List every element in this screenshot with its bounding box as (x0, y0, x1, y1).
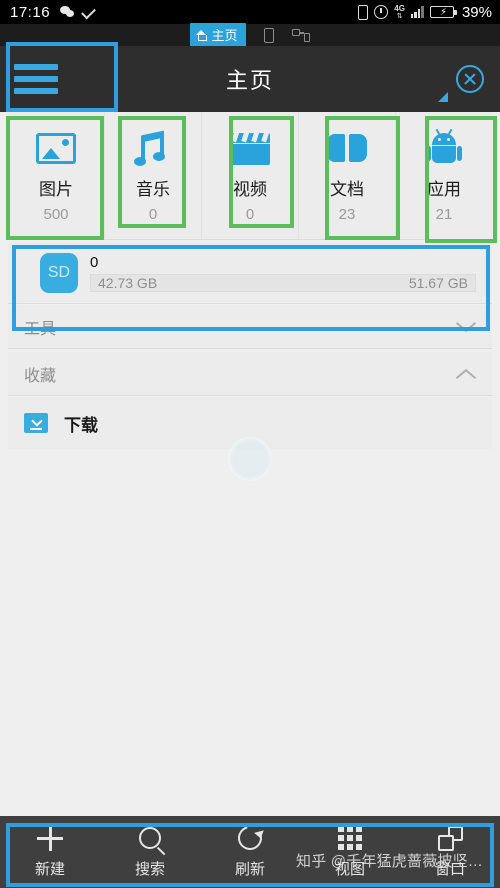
status-bar-notification-icons (60, 6, 95, 18)
category-card-music[interactable]: 音乐 0 (105, 112, 202, 239)
storage-title: 0 (90, 253, 99, 271)
category-count: 0 (245, 205, 255, 223)
category-card-grid: 图片 500 音乐 0 视频 0 文档 23 应用 21 (8, 112, 492, 240)
toolbar-label: 刷新 (234, 861, 265, 878)
storage-used-label: 42.73 GB (98, 274, 158, 291)
home-icon (196, 29, 208, 41)
toolbar-label: 新建 (34, 861, 65, 878)
4g-label: 4G (394, 3, 405, 13)
app-bar: 主页 (0, 46, 500, 112)
toolbar-button-search[interactable]: 搜索 (100, 825, 200, 879)
category-label: 应用 (427, 179, 461, 199)
toolbar-button-new[interactable]: 新建 (0, 825, 100, 879)
vibrate-icon (358, 4, 369, 20)
favorite-item-label: 下载 (64, 415, 98, 435)
watermark-bubble (228, 437, 272, 481)
chevron-up-icon[interactable] (456, 364, 476, 384)
section-header-tools[interactable]: 工具 (8, 305, 492, 349)
storage-progress-bar: 42.73 GB 51.67 GB (90, 273, 476, 292)
chevron-down-icon[interactable] (456, 317, 476, 337)
devices-icon[interactable] (291, 28, 310, 42)
grid-view-icon (338, 826, 362, 850)
signal-icon (410, 6, 424, 18)
category-card-video[interactable]: 视频 0 (202, 112, 299, 239)
close-circle-icon[interactable] (456, 65, 484, 93)
category-count: 500 (43, 205, 69, 223)
picture-icon (36, 133, 76, 164)
search-icon (139, 827, 161, 849)
category-card-documents[interactable]: 文档 23 (299, 112, 396, 239)
category-count: 0 (148, 205, 158, 223)
plus-icon (37, 825, 63, 851)
category-count: 23 (338, 205, 356, 223)
download-folder-icon (24, 413, 48, 433)
status-bar-system-icons: 4G ⇅ ⚡ 39% (358, 4, 492, 21)
alarm-clock-icon (374, 5, 389, 19)
phone-icon[interactable] (263, 27, 274, 43)
category-label: 音乐 (136, 179, 170, 199)
storage-details: 0 42.73 GB 51.67 GB (90, 254, 476, 292)
battery-percent-label: 39% (461, 3, 492, 21)
section-title: 收藏 (24, 367, 57, 385)
category-card-pictures[interactable]: 图片 500 (8, 112, 105, 239)
toolbar-button-refresh[interactable]: 刷新 (200, 821, 300, 879)
book-icon (327, 133, 367, 164)
refresh-icon (233, 821, 267, 855)
category-count: 21 (435, 205, 453, 223)
section-header-favorites[interactable]: 收藏 (8, 352, 492, 396)
android-robot-icon (426, 128, 462, 166)
toolbar-label: 搜索 (134, 861, 165, 878)
category-label: 视频 (233, 179, 267, 199)
bottom-toolbar: 新建 搜索 刷新 视图 窗口 知乎 @千年猛虎蔷薇披坚… (0, 816, 500, 888)
zhihu-watermark: 知乎 @千年猛虎蔷薇披坚… (296, 853, 483, 870)
status-bar: 17:16 4G ⇅ ⚡ 39% (0, 0, 500, 24)
sd-card-icon: SD (40, 252, 78, 293)
4g-icon: 4G ⇅ (394, 3, 405, 20)
resize-triangle-icon[interactable] (438, 92, 448, 102)
category-label: 文档 (330, 179, 364, 199)
wechat-icon (60, 6, 75, 18)
video-clapper-icon (230, 132, 270, 165)
battery-charging-icon: ⚡ (429, 6, 457, 18)
phone-screen: 17:16 4G ⇅ ⚡ 39% 主页 主页 图片 500 音乐 0 视频 0 … (0, 0, 500, 888)
category-card-apps[interactable]: 应用 21 (396, 112, 492, 239)
music-note-icon (134, 130, 170, 167)
windows-icon (437, 825, 463, 851)
status-bar-time: 17:16 (10, 3, 51, 21)
tab-home[interactable]: 主页 (190, 23, 246, 47)
page-title: 主页 (225, 68, 274, 93)
category-label: 图片 (39, 179, 73, 199)
tab-home-label: 主页 (211, 28, 238, 43)
tab-strip: 主页 (0, 23, 500, 47)
storage-total-label: 51.67 GB (408, 274, 468, 291)
check-icon (82, 8, 95, 17)
section-title: 工具 (24, 320, 57, 338)
storage-row-sd[interactable]: SD 0 42.73 GB 51.67 GB (8, 242, 492, 304)
